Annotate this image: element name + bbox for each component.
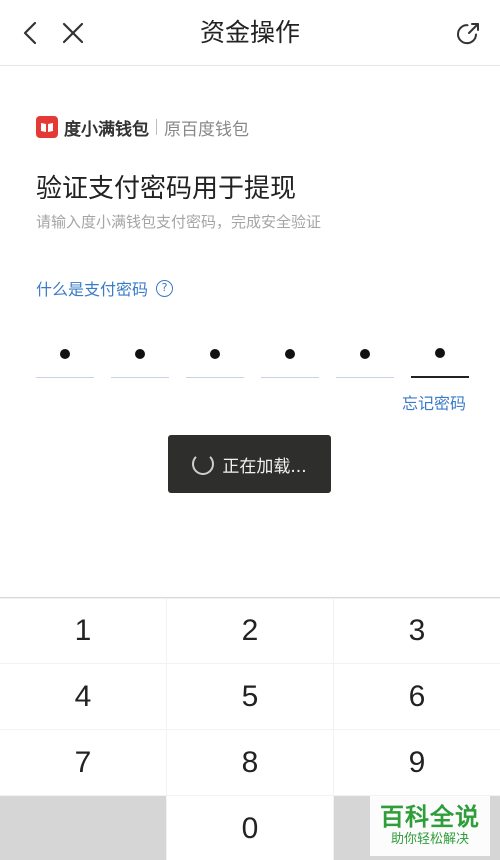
loading-toast: 正在加载... [168,435,331,493]
back-button[interactable] [12,14,50,52]
brand-divider [156,119,157,135]
pin-digit-6[interactable] [411,330,469,378]
key-9[interactable]: 9 [334,730,500,795]
watermark-title: 百科全说 [380,803,480,831]
key-8[interactable]: 8 [167,730,333,795]
share-icon [457,23,479,45]
pin-digit-4[interactable] [261,330,319,378]
question-icon: ? [156,279,174,297]
pin-digit-3[interactable] [186,330,244,378]
pin-dot [210,348,220,359]
key-1[interactable]: 1 [0,599,166,663]
pin-dot [285,348,295,359]
pin-dot [60,348,70,359]
brand-name: 度小满钱包 [64,119,149,140]
close-button[interactable] [54,14,92,52]
key-3[interactable]: 3 [334,599,500,663]
watermark-subtitle: 助你轻松解决 [390,832,469,847]
brand-former-name: 原百度钱包 [164,119,249,140]
share-button[interactable] [450,14,488,52]
brand-row: 度小满钱包 原百度钱包 [36,114,249,140]
pin-dot [135,348,145,359]
book-icon [41,123,53,132]
pin-digit-5[interactable] [336,330,394,378]
loading-text: 正在加载... [222,456,307,477]
wallet-logo-icon [36,116,58,138]
forgot-password-link[interactable]: 忘记密码 [402,390,466,414]
watermark: 百科全说 助你轻松解决 [370,796,490,856]
what-is-pay-password-link[interactable]: 什么是支付密码 ? [36,276,174,300]
key-blank [0,796,166,860]
key-0[interactable]: 0 [167,796,333,860]
spinner-icon [192,453,215,475]
close-icon [62,22,84,44]
pin-dot [435,348,445,358]
key-2[interactable]: 2 [167,599,333,663]
pin-dot [360,348,370,359]
key-6[interactable]: 6 [334,664,500,729]
key-7[interactable]: 7 [0,730,166,795]
top-bar: 资金操作 [0,0,500,66]
help-link-label: 什么是支付密码 [36,280,149,299]
key-5[interactable]: 5 [167,664,333,729]
chevron-left-icon [23,21,37,45]
main-heading: 验证支付密码用于提现 [36,174,297,204]
instruction-text: 请输入度小满钱包支付密码，完成安全验证 [36,213,322,231]
pin-digit-1[interactable] [36,330,94,378]
key-4[interactable]: 4 [0,664,166,729]
pin-digit-2[interactable] [111,330,169,378]
